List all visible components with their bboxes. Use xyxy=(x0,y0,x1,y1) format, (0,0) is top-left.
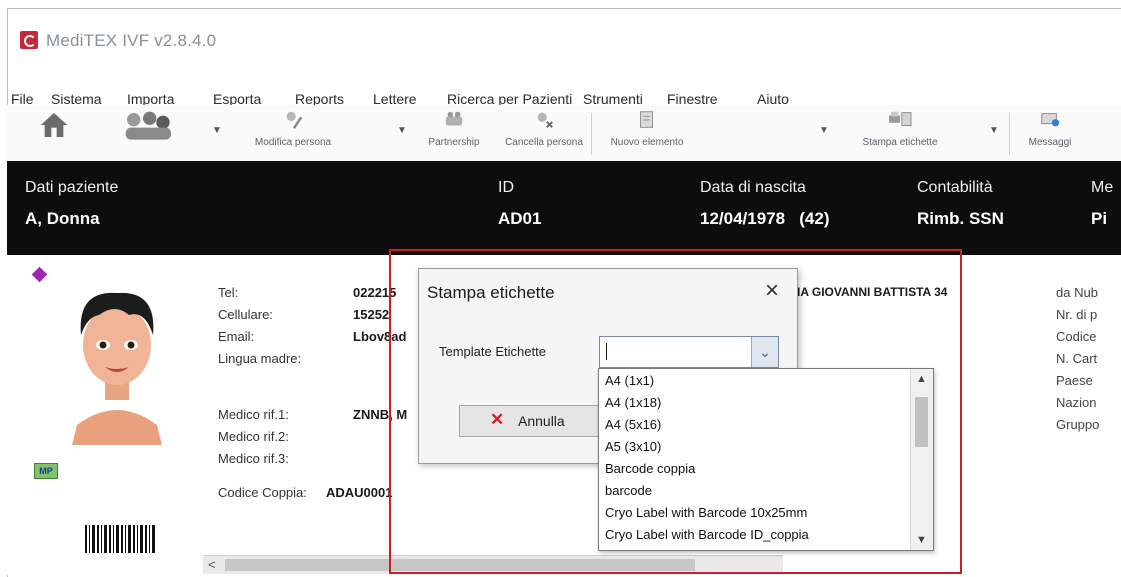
template-dropdown-list: A4 (1x1) A4 (1x18) A4 (5x16) A5 (3x10) B… xyxy=(598,368,934,551)
messaggi-button[interactable]: Messaggi xyxy=(1015,109,1085,157)
toolbar: ▼ Modifica persona ▼ Partnership Cancell… xyxy=(7,105,1121,162)
text-cursor xyxy=(606,343,607,360)
people-icon xyxy=(125,111,171,140)
dropdown-option[interactable]: A4 (5x16) xyxy=(605,417,661,432)
right-label-1: da Nub xyxy=(1056,285,1098,300)
toolbar-separator xyxy=(591,113,592,155)
home-icon xyxy=(40,113,68,137)
patient-partial-label: Me xyxy=(1091,179,1114,196)
patient-name: A, Donna xyxy=(25,209,100,228)
partnership-button[interactable]: Partnership xyxy=(419,109,489,157)
horizontal-scrollbar[interactable]: < xyxy=(203,555,783,574)
cellulare-label: Cellulare: xyxy=(218,307,273,322)
messages-icon xyxy=(1041,113,1060,127)
tel-label: Tel: xyxy=(218,285,239,300)
modifica-dropdown-icon[interactable]: ▼ xyxy=(397,125,407,136)
window-title: MediTEX IVF v2.8.4.0 xyxy=(46,31,217,50)
codice-coppia-label: Codice Coppia: xyxy=(218,485,307,500)
patient-avatar xyxy=(72,292,162,445)
edit-person-icon xyxy=(286,111,303,130)
home-button[interactable] xyxy=(29,109,79,157)
print-labels-icon xyxy=(889,111,912,126)
dialog-title: Stampa etichette xyxy=(427,283,555,302)
template-etichette-label: Template Etichette xyxy=(439,344,546,359)
right-label-3: Codice xyxy=(1056,329,1097,344)
dropdown-option[interactable]: A4 (1x1) xyxy=(605,373,654,388)
dropdown-option[interactable]: Cryo Label with Barcode 10x25mm xyxy=(605,505,807,520)
mp-badge: MP xyxy=(34,463,58,479)
patient-partial-value: Pi xyxy=(1091,209,1108,228)
right-label-5: Paese xyxy=(1056,373,1093,388)
medico2-label: Medico rif.2: xyxy=(218,429,289,444)
template-etichette-combo[interactable]: ⌄ xyxy=(599,336,779,368)
medico1-label: Medico rif.1: xyxy=(218,407,289,422)
stampa-dropdown-icon[interactable]: ▼ xyxy=(989,125,999,136)
close-icon[interactable]: × xyxy=(765,277,779,305)
stampa-etichette-button[interactable]: Stampa etichette xyxy=(845,109,955,157)
patient-id: AD01 xyxy=(498,209,542,228)
status-diamond-icon xyxy=(31,266,48,283)
nuovo-dropdown-icon[interactable]: ▼ xyxy=(819,125,829,136)
email-value[interactable]: Lbov8ad xyxy=(353,329,406,344)
medico3-label: Medico rif.3: xyxy=(218,451,289,466)
partnership-icon xyxy=(445,111,463,126)
patient-barcode xyxy=(85,525,155,553)
codice-coppia-value: ADAU0001 xyxy=(326,485,393,500)
persons-dropdown-icon[interactable]: ▼ xyxy=(212,125,222,136)
right-label-6: Nazion xyxy=(1056,395,1097,410)
annulla-button[interactable]: ✕ Annulla xyxy=(459,405,601,437)
patient-id-label: ID xyxy=(498,179,514,196)
cellulare-value: 15252 xyxy=(353,307,390,322)
cancel-x-icon: ✕ xyxy=(490,410,505,429)
cancella-persona-button[interactable]: Cancella persona xyxy=(495,109,593,157)
title-bar: MediTEX IVF v2.8.4.0 xyxy=(8,9,1121,69)
medico1-value: ZNNB, M xyxy=(353,407,408,422)
app-logo-icon xyxy=(20,31,38,49)
dropdown-scroll-thumb[interactable] xyxy=(915,397,928,447)
email-label: Email: xyxy=(218,329,255,344)
persons-button[interactable] xyxy=(107,109,187,157)
address-value: IA GIOVANNI BATTISTA 34 xyxy=(797,285,948,299)
delete-person-icon xyxy=(537,112,553,128)
patient-dob-label: Data di nascita xyxy=(700,179,806,196)
toolbar-separator-2 xyxy=(1009,113,1010,155)
chevron-down-icon[interactable]: ⌄ xyxy=(751,337,778,367)
patient-account: Rimb. SSN xyxy=(917,209,1004,228)
dropdown-option[interactable]: Cryo Label with Barcode ID_coppia xyxy=(605,527,809,542)
right-label-4: N. Cart xyxy=(1056,351,1098,366)
dropdown-option[interactable]: A5 (3x10) xyxy=(605,439,661,454)
patient-account-label: Contabilità xyxy=(917,179,993,196)
dropdown-option[interactable]: barcode xyxy=(605,483,652,498)
new-item-icon xyxy=(640,111,653,128)
modifica-persona-button[interactable]: Modifica persona xyxy=(243,109,343,157)
patient-name-label: Dati paziente xyxy=(25,179,119,196)
scroll-down-icon[interactable]: ▼ xyxy=(916,534,927,546)
lingua-madre-label: Lingua madre: xyxy=(218,351,302,366)
patient-header: Dati paziente A, Donna ID AD01 Data di n… xyxy=(7,161,1121,255)
scrollbar-thumb[interactable] xyxy=(225,559,695,571)
patient-dob: 12/04/1978 (42) xyxy=(700,209,830,228)
right-label-7: Gruppo xyxy=(1056,417,1100,432)
scroll-up-icon[interactable]: ▲ xyxy=(916,373,927,385)
dropdown-option[interactable]: Barcode coppia xyxy=(605,461,695,476)
dropdown-scrollbar[interactable]: ▲ ▼ xyxy=(910,369,933,550)
nuovo-elemento-button[interactable]: Nuovo elemento xyxy=(597,109,697,157)
tel-value: 022215 xyxy=(353,285,397,300)
scroll-left-icon[interactable]: < xyxy=(208,557,216,572)
right-label-2: Nr. di p xyxy=(1056,307,1098,322)
dropdown-option[interactable]: A4 (1x18) xyxy=(605,395,661,410)
